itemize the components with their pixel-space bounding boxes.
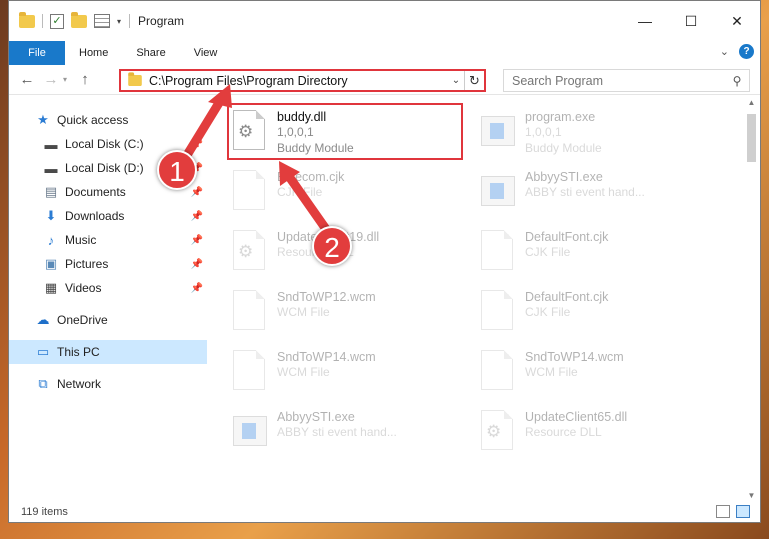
arrow-to-address-bar — [179, 93, 227, 165]
arrow-to-file — [283, 170, 333, 237]
step-one-badge: 1 — [157, 150, 197, 190]
arrow-head-address-bar — [208, 84, 232, 108]
step-two-badge: 2 — [312, 226, 352, 266]
callout-arrows — [179, 84, 333, 237]
